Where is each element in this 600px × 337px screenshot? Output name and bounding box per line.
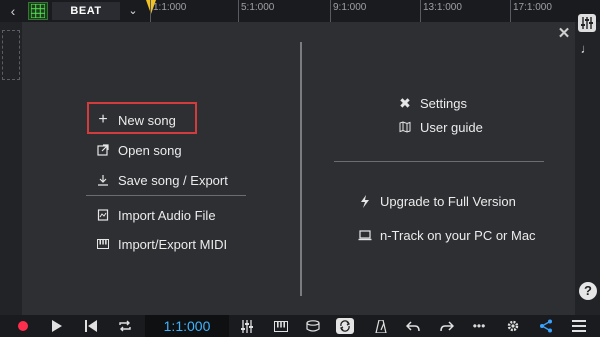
save-song-button[interactable]: Save song / Export — [94, 168, 228, 192]
import-midi-label: Import/Export MIDI — [118, 236, 228, 252]
column-divider — [300, 42, 302, 296]
piano-icon[interactable] — [270, 315, 292, 337]
main-menu-dialog: ✕ + New song Open song Save song / Expor… — [22, 22, 575, 315]
download-icon — [94, 171, 112, 189]
tuning-fork-icon[interactable]: ♩ — [578, 40, 596, 58]
grid-view-button[interactable] — [28, 2, 48, 20]
play-icon[interactable] — [45, 315, 67, 337]
ruler-tick: 9:1:000 — [330, 0, 366, 22]
transport-bar: 1:1:000 ••• — [0, 315, 600, 337]
plus-icon: + — [98, 111, 108, 128]
chevron-down-icon[interactable]: ⌄ — [123, 2, 143, 20]
undo-icon[interactable] — [402, 315, 424, 337]
mixer-sliders-icon[interactable] — [578, 14, 596, 32]
metronome-icon[interactable] — [370, 315, 392, 337]
upgrade-button[interactable]: Upgrade to Full Version — [356, 189, 516, 213]
drum-icon[interactable] — [302, 315, 324, 337]
new-song-button[interactable]: + New song — [94, 108, 176, 132]
open-song-button[interactable]: Open song — [94, 138, 182, 162]
pc-mac-label: n-Track on your PC or Mac — [380, 227, 536, 243]
audio-file-icon — [94, 206, 112, 224]
redo-icon[interactable] — [436, 315, 458, 337]
help-icon[interactable]: ? — [579, 282, 597, 300]
import-audio-label: Import Audio File — [118, 207, 216, 223]
close-icon[interactable]: ✕ — [557, 26, 571, 41]
new-song-label: New song — [118, 112, 176, 128]
rewind-to-start-icon[interactable] — [80, 315, 102, 337]
menu-separator — [334, 161, 544, 162]
loop-icon[interactable] — [114, 315, 136, 337]
settings-button[interactable]: ✖ Settings — [396, 91, 467, 115]
upgrade-label: Upgrade to Full Version — [380, 193, 516, 209]
piano-keys-icon — [94, 235, 112, 253]
record-icon — [18, 321, 28, 331]
beat-selector[interactable]: BEAT — [52, 2, 120, 20]
menu-separator — [86, 195, 246, 196]
sync-icon[interactable] — [336, 318, 354, 334]
user-guide-label: User guide — [420, 119, 483, 135]
hamburger-menu-icon[interactable] — [568, 315, 590, 337]
empty-track-slot[interactable] — [2, 30, 20, 80]
pc-mac-button[interactable]: n-Track on your PC or Mac — [356, 223, 536, 247]
grid-icon — [31, 4, 45, 18]
import-midi-button[interactable]: Import/Export MIDI — [94, 232, 227, 256]
mixer-icon[interactable] — [236, 315, 258, 337]
settings-label: Settings — [420, 95, 467, 111]
back-arrow-icon[interactable]: ‹ — [4, 3, 22, 19]
ruler-tick: 5:1:000 — [238, 0, 274, 22]
time-position-display[interactable]: 1:1:000 — [145, 315, 229, 337]
record-button[interactable] — [12, 315, 34, 337]
gear-icon[interactable] — [502, 315, 524, 337]
user-guide-button[interactable]: User guide — [396, 115, 483, 139]
save-song-label: Save song / Export — [118, 172, 228, 188]
ruler-tick: 17:1:000 — [510, 0, 552, 22]
import-audio-button[interactable]: Import Audio File — [94, 203, 216, 227]
wrench-icon: ✖ — [399, 94, 411, 111]
ruler-tick: 13:1:000 — [420, 0, 462, 22]
map-icon — [396, 118, 414, 136]
lightning-icon — [356, 192, 374, 210]
top-toolbar: ‹ BEAT ⌄ 1:1:000 5:1:000 9:1:000 13:1:00… — [0, 0, 600, 22]
more-options-icon[interactable]: ••• — [468, 315, 490, 337]
open-external-icon — [94, 141, 112, 159]
timeline-ruler[interactable]: 1:1:000 5:1:000 9:1:000 13:1:000 17:1:00… — [150, 0, 575, 22]
laptop-icon — [356, 226, 374, 244]
share-icon[interactable] — [535, 315, 557, 337]
open-song-label: Open song — [118, 142, 182, 158]
ruler-tick: 1:1:000 — [150, 0, 186, 22]
